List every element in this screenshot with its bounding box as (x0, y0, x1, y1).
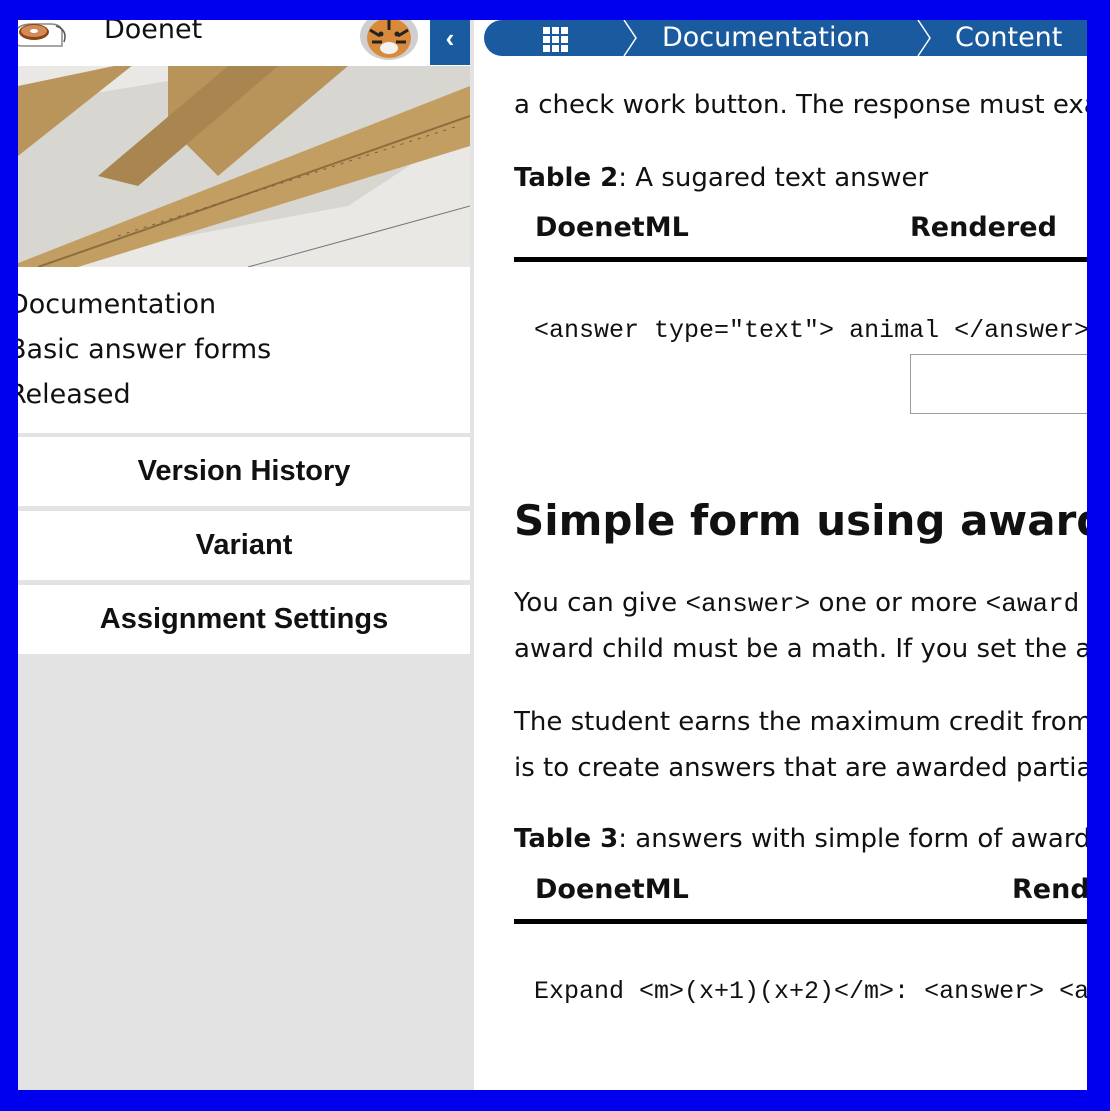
avatar[interactable] (360, 20, 418, 60)
document-content: a check work button. The response must e… (474, 56, 1087, 1090)
code-line: <answer type="text"> (534, 316, 835, 345)
chevron-right-icon (917, 20, 931, 57)
table-caption-text: : answers with simple form of award (618, 824, 1087, 854)
table-header-rule (514, 919, 1087, 924)
section-heading: Simple form using award (514, 496, 1087, 545)
app-title: Doenet (104, 20, 203, 45)
table-header-rendered: Rendered (910, 212, 1057, 243)
text-run: one or more (810, 588, 986, 618)
table-caption-label: Table 3 (514, 824, 619, 854)
release-status: Released (18, 379, 131, 410)
table-header-doenetml: DoenetML (535, 874, 689, 905)
text-answer-input[interactable] (910, 354, 1087, 414)
table-header-doenetml: DoenetML (535, 212, 689, 243)
paragraph-text: The student earns the maximum credit fro… (514, 707, 1087, 737)
breadcrumb-item-documentation[interactable]: Documentation (662, 20, 870, 56)
code-block: <answer type="text"> animal </answer> (534, 308, 1087, 353)
breadcrumb-item-content[interactable]: Content (955, 20, 1062, 56)
panel-header: Doenet ‹ (18, 20, 470, 66)
assignment-settings-button[interactable]: Assignment Settings (18, 585, 470, 654)
chevron-left-icon: ‹ (445, 23, 455, 53)
collapse-panel-button[interactable]: ‹ (430, 20, 470, 65)
version-history-button[interactable]: Version History (18, 437, 470, 506)
code-line: <award symbolicEquality (1059, 977, 1087, 1006)
paragraph-text: is to create answers that are awarded pa… (514, 753, 1087, 783)
code-line: <answer> (924, 977, 1045, 1006)
activity-name: Basic answer forms (18, 334, 272, 365)
grid-icon[interactable] (543, 27, 568, 52)
tiger-avatar-icon (360, 20, 418, 60)
table-header-rule (514, 257, 1087, 262)
app-frame: Doenet ‹ Documentation Basic answer form… (18, 20, 1087, 1090)
paragraph-text: a check work button. The response must e… (514, 90, 1087, 120)
variant-button[interactable]: Variant (18, 511, 470, 580)
text-run: You can give (514, 588, 686, 618)
table-caption: Table 2: A sugared text answer (514, 163, 928, 193)
inline-code: <award (985, 589, 1080, 619)
support-panel: Doenet ‹ Documentation Basic answer form… (18, 20, 470, 1090)
paragraph-text: You can give <answer> one or more <award (514, 588, 1079, 619)
donut-logo-icon[interactable] (18, 20, 66, 50)
activity-cover-image (18, 66, 470, 267)
table-caption-text: : A sugared text answer (618, 163, 929, 193)
code-line: </answer> (954, 316, 1087, 345)
table-header-rendered: Rende (1012, 874, 1087, 905)
code-block: Expand <m>(x+1)(x+2)</m>: <answer> <awar… (534, 969, 1087, 1014)
chevron-right-icon (623, 20, 637, 57)
code-line: animal (849, 316, 940, 345)
code-line: Expand <m>(x+1)(x+2)</m>: (534, 977, 910, 1006)
paragraph-text: award child must be a math. If you set t… (514, 634, 1087, 664)
table-caption: Table 3: answers with simple form of awa… (514, 824, 1087, 854)
table-caption-label: Table 2 (514, 163, 619, 193)
activity-info: Documentation Basic answer forms Release… (18, 267, 470, 433)
inline-code: <answer> (685, 589, 811, 619)
collection-name: Documentation (18, 289, 217, 320)
breadcrumb: Documentation Content (484, 20, 1087, 57)
ruler-photo (18, 66, 470, 267)
